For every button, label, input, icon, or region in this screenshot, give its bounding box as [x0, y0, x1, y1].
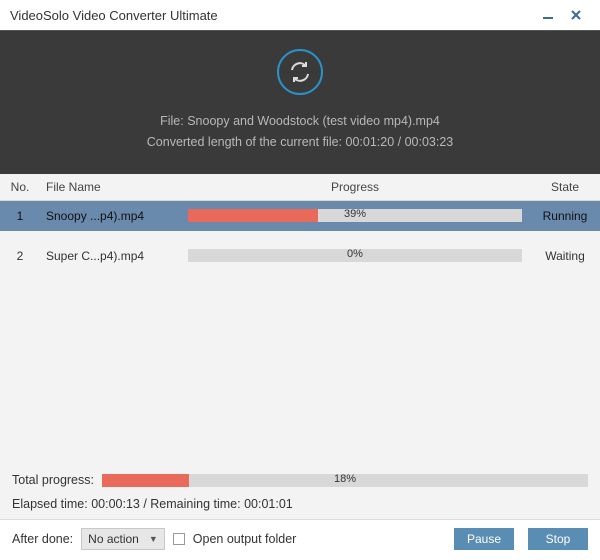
app-window: VideoSolo Video Converter Ultimate File:… [0, 0, 600, 560]
cell-progress: 39% [180, 209, 530, 222]
cell-progress: 0% [180, 249, 530, 262]
titlebar: VideoSolo Video Converter Ultimate [0, 0, 600, 30]
pause-button[interactable]: Pause [454, 528, 514, 550]
table-header: No. File Name Progress State [0, 174, 600, 201]
open-folder-checkbox[interactable] [173, 533, 185, 545]
total-progress-row: Total progress: 18% [0, 467, 600, 493]
chevron-down-icon: ▼ [149, 534, 158, 544]
col-header-progress: Progress [180, 180, 530, 194]
cell-filename: Snoopy ...p4).mp4 [40, 209, 180, 223]
close-button[interactable] [562, 4, 590, 26]
total-progress-bar: 18% [102, 474, 588, 487]
minimize-button[interactable] [534, 4, 562, 26]
total-label: Total progress: [12, 473, 94, 487]
table-row[interactable]: 2 Super C...p4).mp4 0% Waiting [0, 241, 600, 271]
col-header-name: File Name [40, 180, 180, 194]
after-done-value: No action [88, 532, 139, 546]
converted-length-label: Converted length of the current file: 00… [10, 132, 590, 153]
cell-state: Waiting [530, 249, 600, 263]
footer: After done: No action ▼ Open output fold… [0, 520, 600, 560]
open-folder-label: Open output folder [193, 532, 297, 546]
after-done-label: After done: [12, 532, 73, 546]
cell-state: Running [530, 209, 600, 223]
progress-label: 39% [188, 208, 522, 220]
after-done-select[interactable]: No action ▼ [81, 528, 165, 550]
status-panel: File: Snoopy and Woodstock (test video m… [0, 30, 600, 174]
cell-no: 2 [0, 249, 40, 263]
convert-icon [277, 49, 323, 95]
timing-label: Elapsed time: 00:00:13 / Remaining time:… [0, 493, 600, 520]
col-header-state: State [530, 180, 600, 194]
progress-bar: 0% [188, 249, 522, 262]
table-row[interactable]: 1 Snoopy ...p4).mp4 39% Running [0, 201, 600, 231]
current-file-label: File: Snoopy and Woodstock (test video m… [10, 111, 590, 132]
close-icon [570, 9, 582, 21]
cell-filename: Super C...p4).mp4 [40, 249, 180, 263]
progress-bar: 39% [188, 209, 522, 222]
progress-label: 0% [188, 248, 522, 260]
total-progress-label: 18% [102, 473, 588, 485]
app-title: VideoSolo Video Converter Ultimate [10, 8, 218, 23]
col-header-no: No. [0, 180, 40, 194]
file-list: 1 Snoopy ...p4).mp4 39% Running 2 Super … [0, 201, 600, 468]
minimize-icon [542, 9, 554, 21]
cell-no: 1 [0, 209, 40, 223]
stop-button[interactable]: Stop [528, 528, 588, 550]
